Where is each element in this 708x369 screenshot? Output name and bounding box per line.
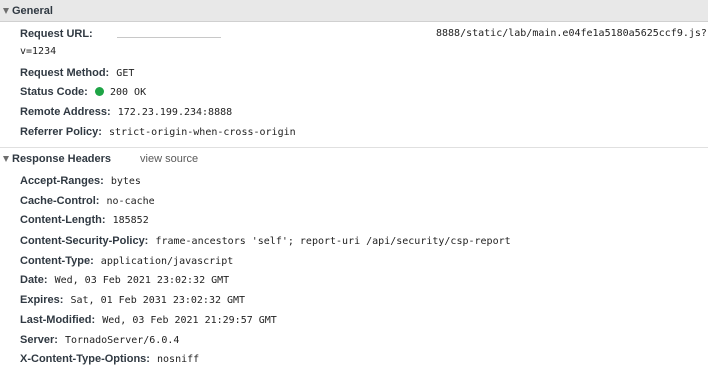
response-headers-section-header[interactable]: Response Headers view source	[0, 147, 708, 170]
status-ok-dot-icon	[94, 87, 104, 96]
header-value: Wed, 03 Feb 2021 21:29:57 GMT	[102, 315, 277, 326]
general-section-header[interactable]: General	[0, 0, 708, 22]
header-value: 185852	[112, 215, 149, 226]
header-row-last-modified: Last-Modified: Wed, 03 Feb 2021 21:29:57…	[20, 313, 277, 327]
header-key: Last-Modified:	[20, 314, 96, 326]
redacted-url-host	[117, 37, 221, 38]
referrer-policy-row: Referrer Policy: strict-origin-when-cros…	[20, 125, 296, 139]
header-key: Content-Type:	[20, 255, 94, 267]
status-code-key: Status Code:	[20, 86, 88, 98]
status-code-row: Status Code: 200 OK	[20, 85, 146, 99]
header-value: nosniff	[157, 354, 200, 365]
header-key: Server:	[20, 334, 58, 346]
request-url-key: Request URL:	[20, 28, 93, 40]
header-value: Sat, 01 Feb 2031 23:02:32 GMT	[70, 295, 246, 306]
view-source-link[interactable]: view source	[140, 153, 198, 165]
header-key: Expires:	[20, 294, 64, 306]
request-method-key: Request Method:	[20, 67, 110, 79]
header-key: Content-Security-Policy:	[20, 235, 149, 247]
header-row-content-type: Content-Type: application/javascript	[20, 254, 233, 268]
header-row-x-content-type-options: X-Content-Type-Options: nosniff	[20, 352, 199, 366]
header-row-content-security-policy: Content-Security-Policy: frame-ancestors…	[20, 234, 511, 248]
expand-triangle-icon[interactable]	[3, 7, 9, 14]
header-row-content-length: Content-Length: 185852	[20, 213, 149, 227]
remote-address-key: Remote Address:	[20, 106, 111, 118]
header-row-date: Date: Wed, 03 Feb 2021 23:02:32 GMT	[20, 273, 229, 287]
request-url-row: Request URL:	[20, 27, 97, 41]
expand-triangle-icon[interactable]	[3, 156, 9, 162]
header-value: bytes	[110, 176, 141, 187]
header-row-cache-control: Cache-Control: no-cache	[20, 194, 155, 208]
header-key: Date:	[20, 274, 48, 286]
referrer-policy-value: strict-origin-when-cross-origin	[109, 127, 296, 138]
header-value: application/javascript	[100, 256, 234, 267]
header-key: Cache-Control:	[20, 195, 100, 207]
status-code-value: 200 OK	[109, 87, 147, 98]
header-row-accept-ranges: Accept-Ranges: bytes	[20, 174, 141, 188]
header-key: Content-Length:	[20, 214, 106, 226]
request-url-value-continued[interactable]: v=1234	[20, 45, 56, 59]
header-value: Wed, 03 Feb 2021 23:02:32 GMT	[54, 275, 230, 286]
general-section-title: General	[12, 4, 53, 17]
request-method-value: GET	[116, 68, 135, 79]
header-row-expires: Expires: Sat, 01 Feb 2031 23:02:32 GMT	[20, 293, 245, 307]
response-headers-section-title: Response Headers	[12, 153, 112, 165]
header-value: frame-ancestors 'self'; report-uri /api/…	[155, 236, 511, 247]
referrer-policy-key: Referrer Policy:	[20, 126, 102, 138]
header-key: Accept-Ranges:	[20, 175, 104, 187]
header-key: X-Content-Type-Options:	[20, 353, 150, 365]
header-value: TornadoServer/6.0.4	[64, 335, 180, 346]
header-row-server: Server: TornadoServer/6.0.4	[20, 333, 179, 347]
request-method-row: Request Method: GET	[20, 66, 134, 80]
remote-address-row: Remote Address: 172.23.199.234:8888	[20, 105, 232, 119]
remote-address-value: 172.23.199.234:8888	[117, 107, 233, 118]
header-value: no-cache	[106, 196, 155, 207]
request-url-value[interactable]: 8888/static/lab/main.e04fe1a5180a5625ccf…	[436, 27, 707, 41]
